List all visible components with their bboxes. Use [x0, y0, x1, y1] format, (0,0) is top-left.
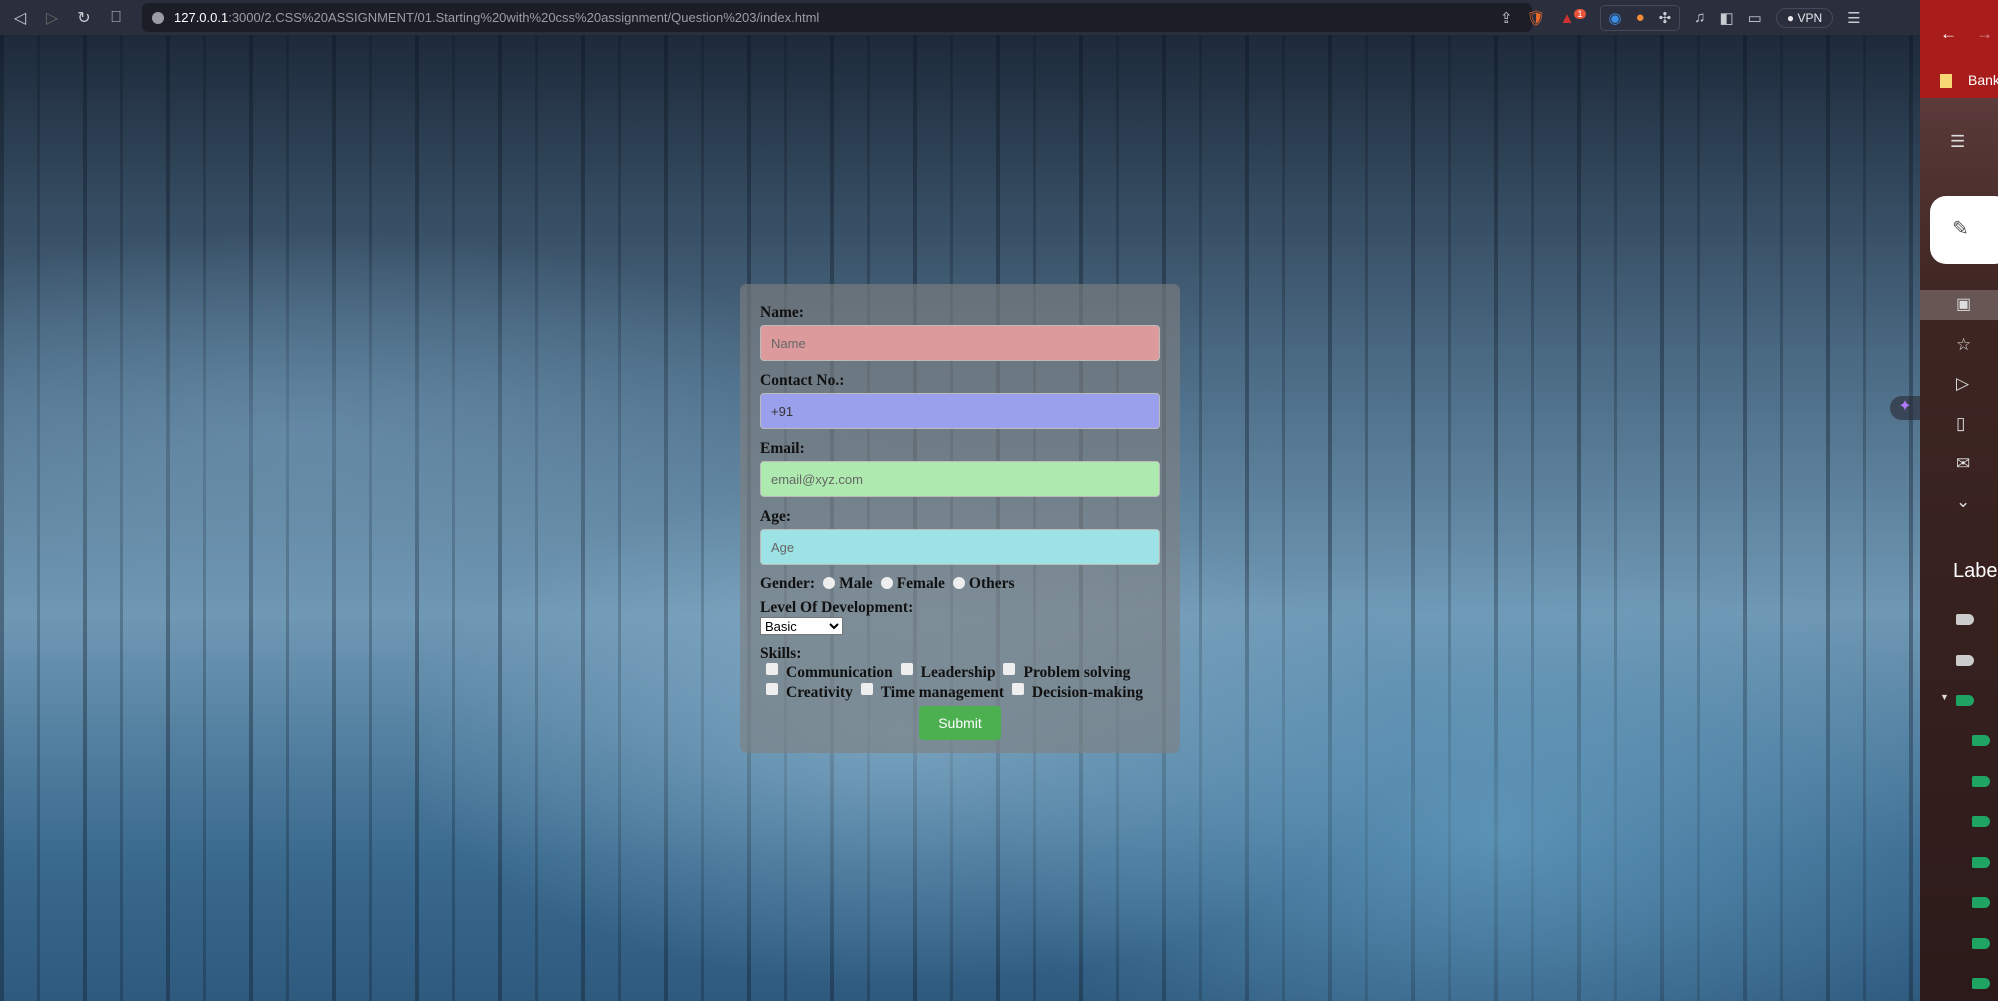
compose-button[interactable]: ✎: [1930, 196, 1998, 264]
rewards-badge: 1: [1574, 8, 1586, 19]
label-icon[interactable]: [1972, 776, 1990, 787]
extension-icon[interactable]: ◉: [1609, 9, 1622, 27]
back-arrow-icon[interactable]: ←: [1940, 24, 1957, 44]
back-icon[interactable]: ◁: [4, 8, 36, 28]
expand-caret-icon[interactable]: ▼: [1940, 692, 1949, 702]
skill-checkbox[interactable]: [766, 663, 778, 675]
gmail-side-panel: ← → Bank ☰ ✎ ▣ ☆ ▷ ▯ ✉ ⌄ Labe ▼: [1920, 0, 1998, 1001]
extensions-group: ◉ ● ✣: [1599, 4, 1681, 31]
bookmark-icon[interactable]: ⎕: [100, 9, 132, 27]
skills-label: Skills:: [760, 645, 802, 662]
star-icon[interactable]: ☆: [1956, 335, 1971, 355]
age-input[interactable]: [760, 529, 1160, 565]
email-label: Email:: [760, 440, 805, 457]
sidebar-icon[interactable]: ◧: [1719, 9, 1733, 27]
reload-icon[interactable]: ↻: [68, 8, 100, 28]
toolbar-right: ⇪ 🛡 ▲ 1 ◉ ● ✣ ♫ ◧ ▭ ● VPN ☰: [1500, 0, 1861, 35]
send-icon[interactable]: ▷: [1956, 374, 1969, 394]
draft-icon[interactable]: ▯: [1956, 414, 1965, 434]
label-icon[interactable]: [1972, 857, 1990, 868]
brave-shield-icon[interactable]: 🛡: [1527, 9, 1546, 27]
contact-label: Contact No.:: [760, 372, 845, 389]
vpn-button[interactable]: ● VPN: [1775, 7, 1834, 28]
label-icon[interactable]: [1972, 897, 1990, 908]
music-icon[interactable]: ♫: [1694, 9, 1705, 26]
skill-checkbox[interactable]: [900, 663, 913, 675]
label-icon[interactable]: [1972, 978, 1990, 989]
gender-radio-female[interactable]: [880, 577, 893, 589]
label-icon[interactable]: [1956, 614, 1974, 625]
gender-option-label: Male: [839, 575, 873, 592]
wallet-icon[interactable]: ▭: [1748, 9, 1762, 27]
label-icon[interactable]: [1972, 735, 1990, 746]
gender-option-label: Others: [968, 575, 1015, 592]
skill-checkbox[interactable]: [1003, 663, 1016, 675]
url-host: 127.0.0.1: [174, 10, 229, 25]
gender-label: Gender:: [760, 575, 816, 592]
skill-label: Communication: [786, 664, 893, 681]
skill-checkbox[interactable]: [860, 683, 873, 695]
label-icon[interactable]: [1972, 816, 1990, 827]
gender-option-label: Female: [896, 575, 945, 592]
gmail-header: ← → Bank: [1920, 0, 1998, 98]
label-icon[interactable]: [1956, 695, 1974, 706]
name-label: Name:: [760, 304, 804, 321]
bookmark-bank[interactable]: Bank: [1968, 72, 1998, 88]
hamburger-icon[interactable]: ☰: [1950, 132, 1965, 152]
label-icon[interactable]: [1956, 655, 1974, 666]
all-mail-icon[interactable]: ✉: [1956, 454, 1970, 474]
address-bar[interactable]: 127.0.0.1:3000/2.CSS%20ASSIGNMENT/01.Sta…: [142, 3, 1532, 32]
gender-radio-others[interactable]: [952, 577, 965, 589]
sparkle-icon[interactable]: ✦: [1890, 396, 1920, 420]
submit-button[interactable]: Submit: [919, 706, 1001, 740]
registration-form: Name: Contact No.: Email: Age: Gender: M…: [740, 284, 1180, 753]
skills-list: Communication Leadership Problem solving…: [760, 663, 1160, 703]
skill-label: Problem solving: [1023, 664, 1131, 681]
forward-icon[interactable]: ▷: [36, 8, 68, 28]
skill-label: Creativity: [786, 684, 853, 701]
skill-checkbox[interactable]: [766, 683, 778, 695]
contact-input[interactable]: [760, 393, 1160, 429]
skill-label: Time management: [880, 684, 1005, 701]
forward-arrow-icon[interactable]: →: [1976, 24, 1993, 44]
site-info-icon[interactable]: [152, 11, 164, 24]
rewards-icon[interactable]: ▲ 1: [1560, 8, 1586, 27]
inbox-row[interactable]: ▣: [1920, 290, 1998, 320]
url-path: :3000/2.CSS%20ASSIGNMENT/01.Starting%20w…: [228, 10, 820, 25]
puzzle-icon[interactable]: ✣: [1659, 9, 1672, 27]
skill-label: Leadership: [920, 664, 996, 681]
extension-toggle-icon[interactable]: ●: [1636, 9, 1645, 27]
bookmark-folder-icon: [1940, 74, 1952, 88]
share-icon[interactable]: ⇪: [1500, 9, 1513, 27]
menu-icon[interactable]: ☰: [1847, 9, 1860, 27]
level-select[interactable]: Basic: [760, 617, 843, 635]
gender-radio-male[interactable]: [823, 577, 836, 589]
skill-label: Decision-making: [1031, 684, 1143, 701]
page-background: Name: Contact No.: Email: Age: Gender: M…: [0, 35, 1920, 1001]
labels-heading: Labe: [1953, 560, 1998, 582]
name-input[interactable]: [760, 325, 1160, 361]
email-input[interactable]: [760, 461, 1160, 497]
chevron-down-icon[interactable]: ⌄: [1956, 492, 1970, 512]
level-label: Level Of Development:: [760, 599, 914, 616]
age-label: Age:: [760, 508, 791, 525]
skill-checkbox[interactable]: [1011, 683, 1024, 695]
inbox-icon: ▣: [1956, 296, 1972, 313]
label-icon[interactable]: [1972, 938, 1990, 949]
gender-row: Gender: Male Female Others: [760, 575, 1160, 593]
vpn-label: VPN: [1797, 10, 1823, 25]
